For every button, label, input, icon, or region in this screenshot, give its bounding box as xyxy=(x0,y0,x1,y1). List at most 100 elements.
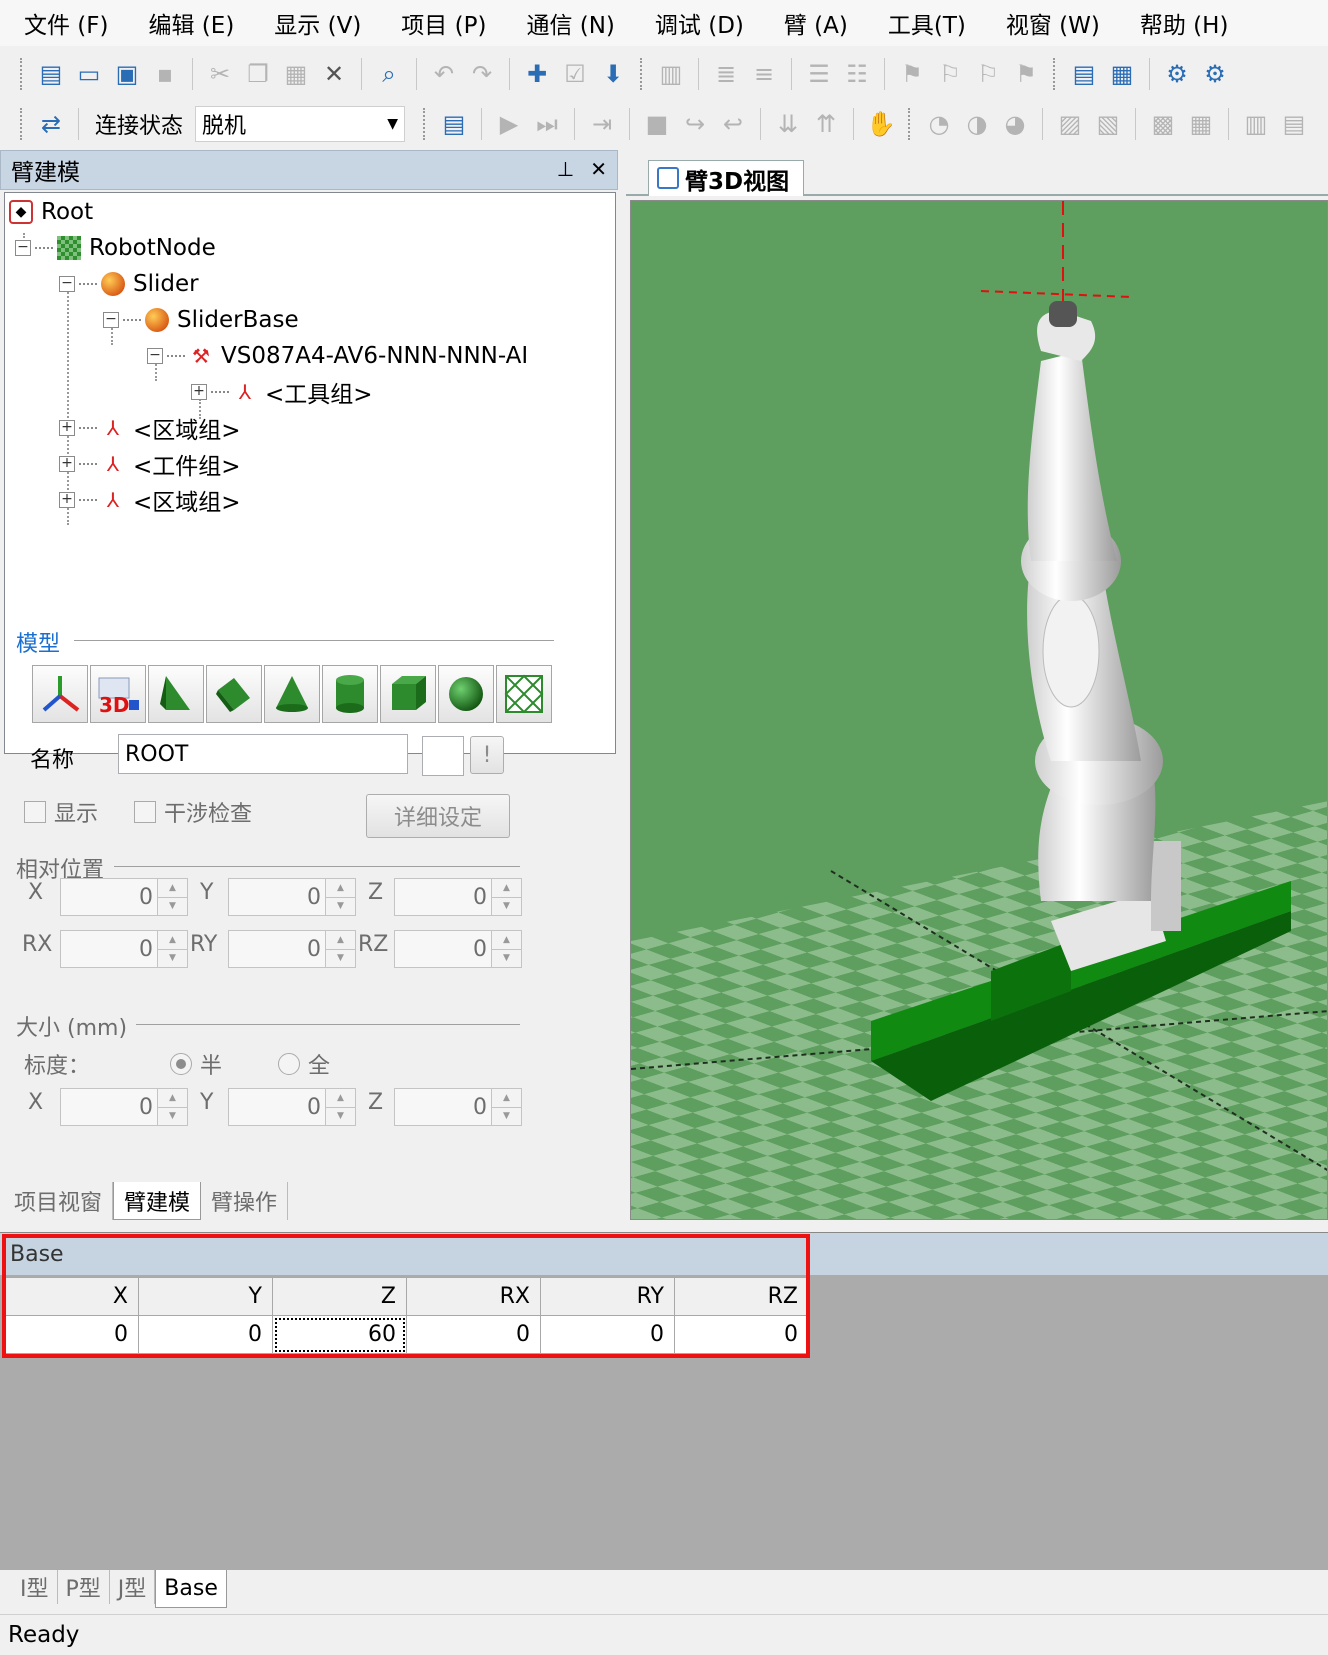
robot-link-icon[interactable]: ⚙ xyxy=(1160,57,1194,91)
robot-view-3-icon[interactable]: ▩ xyxy=(1146,107,1180,141)
robot-view-5-icon[interactable]: ▥ xyxy=(1239,107,1273,141)
panel-layout-icon[interactable]: ▤ xyxy=(1067,57,1101,91)
robot-view-4-icon[interactable]: ▦ xyxy=(1184,107,1218,141)
tab-p-type[interactable]: P型 xyxy=(58,1570,110,1604)
pos-y-stepper[interactable]: 0 ▲ ▼ xyxy=(228,878,356,916)
undo-icon[interactable]: ↶ xyxy=(427,57,461,91)
tab-project-view[interactable]: 项目视窗 xyxy=(4,1182,114,1220)
menu-project[interactable]: 项目 (P) xyxy=(401,6,486,40)
base-z-cell[interactable]: 60 xyxy=(272,1315,407,1354)
menu-communication[interactable]: 通信 (N) xyxy=(526,6,614,40)
comment-icon[interactable]: ☰ xyxy=(802,57,836,91)
base-x-cell[interactable]: 0 xyxy=(4,1315,139,1354)
spin-down-icon[interactable]: ▼ xyxy=(326,897,355,915)
tab-arm-operation[interactable]: 臂操作 xyxy=(201,1182,289,1220)
pos-x-stepper[interactable]: 0 ▲ ▼ xyxy=(60,878,188,916)
size-x-stepper[interactable]: 0 ▲ ▼ xyxy=(60,1088,188,1126)
robot-view-6-icon[interactable]: ▤ xyxy=(1277,107,1311,141)
interference-checkbox[interactable]: 干涉检查 xyxy=(134,796,252,828)
mesh-button[interactable] xyxy=(496,665,552,723)
robot-view-2-icon[interactable]: ▧ xyxy=(1091,107,1125,141)
scale-half-radio[interactable]: 半 xyxy=(170,1048,222,1080)
spin-up-icon[interactable]: ▲ xyxy=(326,879,355,898)
save-all-icon[interactable]: ▣ xyxy=(110,57,144,91)
spin-up-icon[interactable]: ▲ xyxy=(326,931,355,950)
tab-arm-modeling[interactable]: 臂建模 xyxy=(113,1182,202,1220)
import-3d-button[interactable]: 3D xyxy=(90,665,146,723)
toolbar-grip[interactable] xyxy=(640,58,644,90)
bookmark-icon[interactable]: ▥ xyxy=(654,57,688,91)
open-folder-icon[interactable]: ▭ xyxy=(72,57,106,91)
connection-status-select[interactable]: 脱机 ▼ xyxy=(195,106,406,142)
toolbar-grip[interactable] xyxy=(20,108,24,140)
tab-base[interactable]: Base xyxy=(155,1570,227,1608)
base-rz-cell[interactable]: 0 xyxy=(674,1315,809,1354)
indent-icon[interactable]: ≣ xyxy=(709,57,743,91)
menu-help[interactable]: 帮助 (H) xyxy=(1140,6,1229,40)
coordinate-axes-button[interactable] xyxy=(32,665,88,723)
pos-rx-stepper[interactable]: 0 ▲ ▼ xyxy=(60,930,188,968)
collapse-icon[interactable]: − xyxy=(103,312,119,328)
base-y-cell[interactable]: 0 xyxy=(138,1315,273,1354)
robot-move-2-icon[interactable]: ◑ xyxy=(960,107,994,141)
spin-down-icon[interactable]: ▼ xyxy=(492,1107,521,1125)
spin-up-icon[interactable]: ▲ xyxy=(158,879,187,898)
menu-view[interactable]: 显示 (V) xyxy=(274,6,361,40)
robot-move-3-icon[interactable]: ◕ xyxy=(998,107,1032,141)
outdent-icon[interactable]: ≡ xyxy=(747,57,781,91)
robot-view-1-icon[interactable]: ▨ xyxy=(1053,107,1087,141)
tree-node-root[interactable]: ◆ Root xyxy=(9,195,93,229)
spin-up-icon[interactable]: ▲ xyxy=(492,1089,521,1108)
find-icon[interactable]: ⌕ xyxy=(372,57,406,91)
base-ry-cell[interactable]: 0 xyxy=(540,1315,675,1354)
breakpoint-prev-icon[interactable]: ⚐ xyxy=(971,57,1005,91)
tree-node-area-group-2[interactable]: + ⅄ <区域组> xyxy=(59,483,241,517)
spin-down-icon[interactable]: ▼ xyxy=(492,897,521,915)
tree-node-robotnode[interactable]: − RobotNode xyxy=(15,231,216,265)
spin-up-icon[interactable]: ▲ xyxy=(158,1089,187,1108)
jog-up-icon[interactable]: ⇈ xyxy=(809,107,843,141)
redo-icon[interactable]: ↷ xyxy=(465,57,499,91)
size-y-stepper[interactable]: 0 ▲ ▼ xyxy=(228,1088,356,1126)
base-rx-cell[interactable]: 0 xyxy=(406,1315,541,1354)
info-button[interactable]: ! xyxy=(470,736,504,774)
hand-icon[interactable]: ✋ xyxy=(864,107,898,141)
collapse-icon[interactable]: − xyxy=(59,276,75,292)
toolbar-grip[interactable] xyxy=(20,58,24,90)
run-icon[interactable]: ▶ xyxy=(492,107,526,141)
breakpoint-next-icon[interactable]: ⚐ xyxy=(933,57,967,91)
tab-j-type[interactable]: J型 xyxy=(110,1570,156,1604)
program-icon[interactable]: ▤ xyxy=(437,107,471,141)
paste-icon[interactable]: ▦ xyxy=(279,57,313,91)
robot-config-icon[interactable]: ⚙ xyxy=(1198,57,1232,91)
cut-icon[interactable]: ✂ xyxy=(203,57,237,91)
spin-up-icon[interactable]: ▲ xyxy=(326,1089,355,1108)
spin-up-icon[interactable]: ▲ xyxy=(492,879,521,898)
delete-icon[interactable]: ✕ xyxy=(317,57,351,91)
tree-node-work-group[interactable]: + ⅄ <工件组> xyxy=(59,447,241,481)
name-input[interactable]: ROOT xyxy=(118,734,408,774)
box-button[interactable] xyxy=(380,665,436,723)
menu-edit[interactable]: 编辑 (E) xyxy=(149,6,235,40)
tree-node-robot[interactable]: − ⚒ VS087A4-AV6-NNN-NNN-AI xyxy=(147,339,528,373)
arm-3d-viewport[interactable] xyxy=(630,200,1328,1220)
new-icon[interactable]: ▤ xyxy=(34,57,68,91)
collapse-icon[interactable]: − xyxy=(147,348,163,364)
toolbar-grip[interactable] xyxy=(423,108,427,140)
pos-z-stepper[interactable]: 0 ▲ ▼ xyxy=(394,878,522,916)
menu-tools[interactable]: 工具(T) xyxy=(888,6,966,40)
spin-down-icon[interactable]: ▼ xyxy=(492,949,521,967)
step-over-icon[interactable]: ↪ xyxy=(678,107,712,141)
toolbar-grip[interactable] xyxy=(908,108,912,140)
tab-i-type[interactable]: I型 xyxy=(12,1570,58,1604)
tree-node-tool-group[interactable]: + ⅄ <工具组> xyxy=(191,375,373,409)
breakpoint-icon[interactable]: ⚑ xyxy=(895,57,929,91)
tab-arm-3d-view[interactable]: 臂3D视图 xyxy=(648,160,805,196)
table-icon[interactable]: ▦ xyxy=(1105,57,1139,91)
spin-up-icon[interactable]: ▲ xyxy=(158,931,187,950)
sphere-button[interactable] xyxy=(438,665,494,723)
tree-node-slider[interactable]: − Slider xyxy=(59,267,199,301)
expand-icon[interactable]: + xyxy=(59,492,75,508)
cone-button[interactable] xyxy=(264,665,320,723)
detail-settings-button[interactable]: 详细设定 xyxy=(366,794,510,838)
